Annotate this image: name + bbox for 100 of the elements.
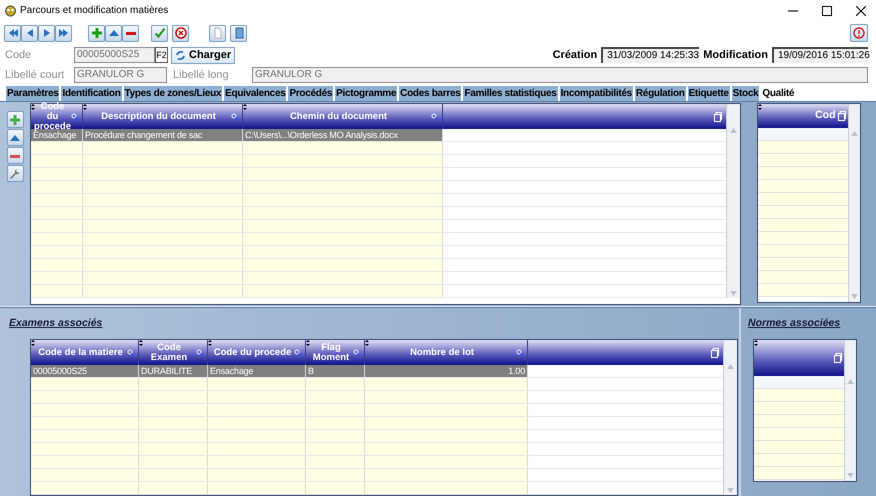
table-row[interactable] — [754, 441, 844, 454]
copy-icon[interactable] — [714, 112, 722, 122]
table-row[interactable] — [31, 391, 723, 404]
scroll-down-icon[interactable] — [727, 488, 734, 493]
table-row[interactable] — [31, 417, 723, 430]
tab[interactable]: Procédés — [288, 86, 334, 101]
scroll-up-icon[interactable] — [727, 364, 734, 369]
copy-icon[interactable] — [834, 353, 842, 363]
tab[interactable]: Stock — [732, 86, 760, 101]
table-row[interactable] — [31, 194, 726, 207]
tab[interactable]: Incompatibilités — [560, 86, 633, 101]
validate-button[interactable] — [151, 24, 168, 42]
previous-button[interactable] — [21, 24, 38, 42]
table-row[interactable] — [31, 285, 726, 298]
table-row[interactable] — [754, 454, 844, 467]
table-row[interactable] — [31, 272, 726, 285]
table-row[interactable] — [31, 142, 726, 155]
tab[interactable]: Identification — [61, 86, 122, 101]
long-label-field[interactable]: GRANULOR G — [252, 67, 868, 83]
code-field[interactable]: 00005000S25 — [74, 47, 155, 63]
tab[interactable]: Etiquette — [688, 86, 730, 101]
table-row[interactable] — [758, 206, 848, 219]
maximize-icon[interactable] — [822, 6, 832, 16]
delete-row-button[interactable] — [6, 147, 24, 164]
resize-handle-icon[interactable] — [139, 340, 143, 346]
table-row[interactable] — [31, 482, 723, 495]
resize-handle-icon[interactable] — [243, 104, 247, 110]
scroll-up-icon[interactable] — [730, 128, 737, 133]
table-row[interactable] — [31, 456, 723, 469]
table-row[interactable] — [31, 246, 726, 259]
table-row[interactable] — [758, 180, 848, 193]
short-label-field[interactable]: GRANULOR G — [74, 67, 167, 83]
tab[interactable]: Régulation — [634, 86, 686, 101]
table-row[interactable]: Ensachage Procédure changement de sac C:\Users\...\Orderless MO Analysis.docx — [31, 129, 726, 142]
scroll-down-icon[interactable] — [850, 294, 858, 299]
table-row[interactable] — [31, 469, 723, 482]
next-button[interactable] — [38, 24, 55, 42]
add-button[interactable] — [88, 24, 105, 42]
table-row[interactable] — [31, 404, 723, 417]
table-row[interactable] — [758, 271, 848, 284]
table-row[interactable] — [754, 428, 844, 441]
copy-icon[interactable] — [711, 348, 719, 358]
table-row[interactable] — [31, 168, 726, 181]
cancel-button[interactable] — [172, 24, 189, 42]
tab[interactable]: Qualité — [761, 86, 796, 101]
resize-handle-icon[interactable] — [758, 104, 762, 110]
table-row[interactable] — [758, 219, 848, 232]
resize-handle-icon[interactable] — [754, 340, 758, 346]
table-row[interactable] — [31, 233, 726, 246]
table-row[interactable] — [758, 232, 848, 245]
table-row[interactable] — [754, 402, 844, 415]
edit-button[interactable] — [6, 165, 24, 182]
load-button[interactable]: Charger — [171, 46, 236, 64]
tab[interactable]: Pictogramme — [335, 86, 398, 101]
close-icon[interactable] — [856, 6, 866, 16]
table-row[interactable] — [31, 259, 726, 272]
tab[interactable]: Types de zones/Lieux — [124, 86, 222, 101]
scroll-down-icon[interactable] — [730, 291, 737, 296]
scrollbar[interactable] — [723, 340, 737, 495]
book-button[interactable] — [230, 24, 247, 42]
table-row[interactable] — [31, 220, 726, 233]
resize-handle-icon[interactable] — [83, 104, 87, 110]
scroll-up-icon[interactable] — [847, 379, 854, 384]
table-row[interactable] — [31, 378, 723, 391]
scroll-down-icon[interactable] — [847, 473, 854, 478]
table-row[interactable] — [758, 167, 848, 180]
column-header[interactable]: Cod — [815, 108, 836, 124]
tab[interactable]: Equivalences — [224, 86, 286, 101]
delete-button[interactable] — [122, 24, 139, 42]
last-button[interactable] — [55, 24, 72, 42]
scrollbar[interactable] — [726, 104, 740, 298]
tab[interactable]: Familles statistiques — [463, 86, 558, 101]
alert-button[interactable] — [850, 24, 868, 42]
resize-handle-icon[interactable] — [31, 340, 35, 346]
move-up-button[interactable] — [6, 129, 24, 146]
move-up-button[interactable] — [105, 24, 122, 42]
copy-icon[interactable] — [838, 111, 846, 121]
copy-button[interactable] — [209, 24, 226, 42]
resize-handle-icon[interactable] — [306, 340, 310, 346]
table-row[interactable] — [758, 154, 848, 167]
resize-handle-icon[interactable] — [208, 340, 212, 346]
table-row[interactable] — [754, 389, 844, 402]
table-row[interactable] — [31, 443, 723, 456]
table-row[interactable]: 00005000S25 DURABILITE Ensachage B 1.00 — [31, 365, 723, 378]
table-row[interactable] — [31, 207, 726, 220]
resize-handle-icon[interactable] — [365, 340, 369, 346]
scroll-up-icon[interactable] — [850, 131, 858, 136]
table-row[interactable] — [758, 245, 848, 258]
tab[interactable]: Paramètres — [6, 86, 60, 101]
table-row[interactable] — [31, 181, 726, 194]
add-row-button[interactable] — [6, 111, 24, 128]
table-row[interactable] — [754, 415, 844, 428]
table-row[interactable] — [31, 155, 726, 168]
table-row[interactable] — [758, 284, 848, 297]
table-row[interactable] — [758, 258, 848, 271]
resize-handle-icon[interactable] — [31, 104, 35, 110]
tab[interactable]: Codes barres — [399, 86, 462, 101]
table-row[interactable] — [31, 430, 723, 443]
table-row[interactable] — [754, 467, 844, 480]
table-row[interactable] — [758, 141, 848, 154]
